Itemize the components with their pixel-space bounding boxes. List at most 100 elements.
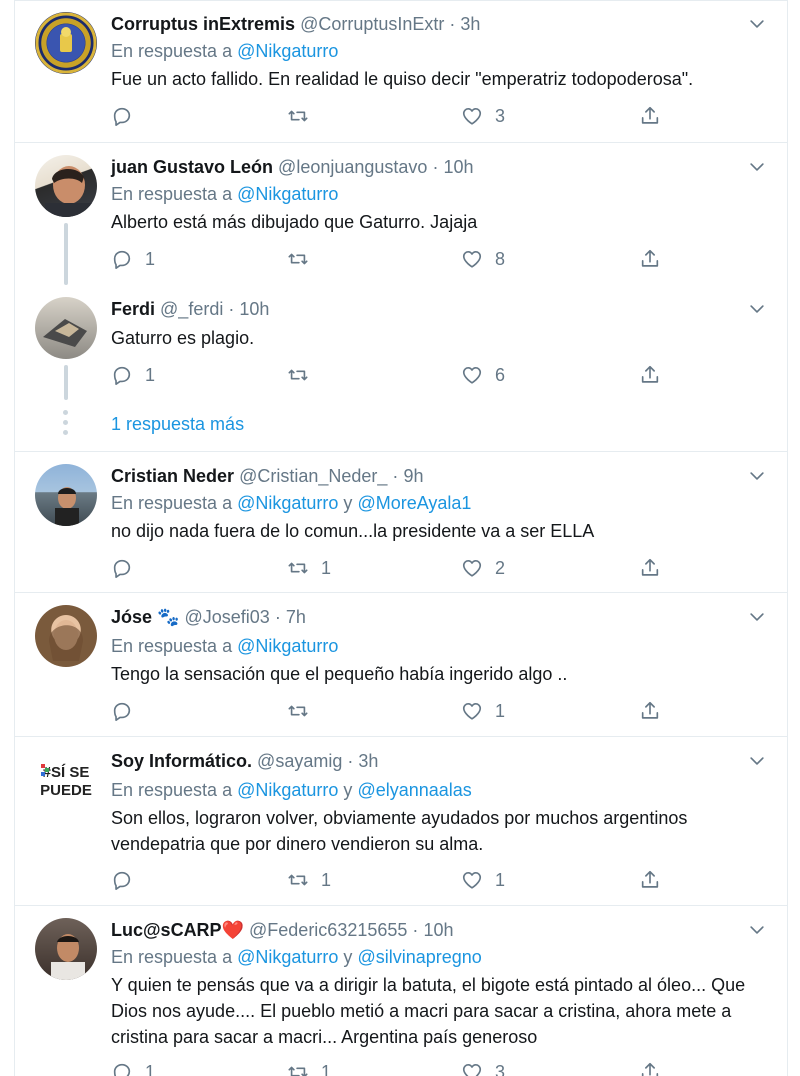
share-button[interactable] bbox=[639, 868, 661, 892]
tweet[interactable]: juan Gustavo León @leonjuangustavo · 10h… bbox=[15, 143, 787, 285]
timestamp[interactable]: 7h bbox=[286, 607, 306, 627]
tweet[interactable]: Corruptus inExtremis @CorruptusInExtr · … bbox=[15, 0, 787, 142]
share-button[interactable] bbox=[639, 363, 661, 387]
share-button[interactable] bbox=[639, 247, 661, 271]
mention-link[interactable]: @Nikgaturro bbox=[237, 780, 338, 800]
chevron-down-icon[interactable] bbox=[747, 466, 767, 486]
display-name[interactable]: Luc@sCARP bbox=[111, 920, 222, 940]
retweet-button[interactable] bbox=[287, 247, 321, 271]
tweet[interactable]: Cristian Neder @Cristian_Neder_ · 9h En … bbox=[15, 452, 787, 592]
reply-button[interactable] bbox=[111, 699, 145, 723]
reply-button[interactable]: 1 bbox=[111, 247, 155, 271]
avatar[interactable] bbox=[35, 155, 97, 217]
share-icon bbox=[639, 869, 661, 891]
user-handle[interactable]: @sayamig bbox=[257, 751, 342, 771]
timestamp[interactable]: 10h bbox=[423, 920, 453, 940]
tweet[interactable]: Luc@sCARP❤️ @Federic63215655 · 10h En re… bbox=[15, 906, 787, 1076]
reply-button[interactable]: 1 bbox=[111, 1060, 155, 1076]
retweet-icon bbox=[287, 248, 309, 270]
reply-prefix: En respuesta a bbox=[111, 636, 233, 656]
user-handle[interactable]: @Cristian_Neder_ bbox=[239, 466, 387, 486]
user-handle[interactable]: @Josefi03 bbox=[184, 607, 269, 627]
mention-link[interactable]: @Nikgaturro bbox=[237, 947, 338, 967]
timestamp[interactable]: 9h bbox=[403, 466, 423, 486]
user-handle[interactable]: @Federic63215655 bbox=[249, 920, 407, 940]
like-icon bbox=[461, 364, 483, 386]
timestamp[interactable]: 10h bbox=[443, 157, 473, 177]
like-button[interactable]: 3 bbox=[461, 104, 505, 128]
display-name[interactable]: Cristian Neder bbox=[111, 466, 234, 486]
share-button[interactable] bbox=[639, 556, 661, 580]
timestamp[interactable]: 3h bbox=[460, 14, 480, 34]
like-count: 8 bbox=[495, 248, 506, 269]
person-photo bbox=[55, 487, 79, 526]
person-photo bbox=[45, 166, 93, 217]
mention-link[interactable]: @Nikgaturro bbox=[237, 493, 338, 513]
user-handle[interactable]: @CorruptusInExtr bbox=[300, 14, 444, 34]
like-button[interactable]: 2 bbox=[461, 556, 505, 580]
reply-button[interactable] bbox=[111, 868, 145, 892]
chevron-down-icon[interactable] bbox=[747, 14, 767, 34]
chevron-down-icon[interactable] bbox=[747, 607, 767, 627]
avatar[interactable] bbox=[35, 464, 97, 526]
user-handle[interactable]: @leonjuangustavo bbox=[278, 157, 427, 177]
reply-count: 1 bbox=[145, 248, 156, 269]
display-name[interactable]: Ferdi bbox=[111, 299, 155, 319]
reply-prefix: En respuesta a bbox=[111, 41, 233, 61]
share-button[interactable] bbox=[639, 1060, 661, 1076]
avatar[interactable] bbox=[35, 918, 97, 980]
retweet-button[interactable]: 1 bbox=[287, 556, 331, 580]
mention-link[interactable]: @Nikgaturro bbox=[237, 636, 338, 656]
chevron-down-icon[interactable] bbox=[747, 157, 767, 177]
reply-button[interactable]: 1 bbox=[111, 363, 155, 387]
retweet-button[interactable] bbox=[287, 363, 321, 387]
display-name[interactable]: juan Gustavo León bbox=[111, 157, 273, 177]
reply-icon bbox=[111, 248, 133, 270]
user-handle[interactable]: @_ferdi bbox=[160, 299, 223, 319]
avatar[interactable] bbox=[35, 297, 97, 359]
mention-link[interactable]: @elyannaalas bbox=[357, 780, 471, 800]
retweet-icon bbox=[287, 364, 309, 386]
like-icon bbox=[461, 248, 483, 270]
chevron-down-icon[interactable] bbox=[747, 299, 767, 319]
tweet-text: no dijo nada fuera de lo comun...la pres… bbox=[111, 521, 595, 541]
timestamp[interactable]: 3h bbox=[358, 751, 378, 771]
tweet[interactable]: Jóse 🐾 @Josefi03 · 7h En respuesta a @Ni… bbox=[15, 593, 787, 736]
dot-separator: · bbox=[412, 920, 419, 940]
retweet-button[interactable]: 1 bbox=[287, 868, 331, 892]
retweet-button[interactable] bbox=[287, 104, 321, 128]
mention-link[interactable]: @Nikgaturro bbox=[237, 184, 338, 204]
avatar[interactable]: #SÍ SE PUEDE bbox=[35, 749, 97, 811]
share-button[interactable] bbox=[639, 104, 661, 128]
like-button[interactable]: 1 bbox=[461, 868, 505, 892]
retweet-button[interactable] bbox=[287, 699, 321, 723]
tweet[interactable]: #SÍ SE PUEDE Soy Informático. @sayamig ·… bbox=[15, 737, 787, 905]
mention-link[interactable]: @silvinapregno bbox=[357, 947, 481, 967]
tweet[interactable]: Ferdi @_ferdi · 10h Gaturro es plagio. 1… bbox=[15, 285, 787, 400]
like-button[interactable]: 3 bbox=[461, 1060, 505, 1076]
avatar[interactable] bbox=[35, 12, 97, 74]
chevron-down-icon[interactable] bbox=[747, 920, 767, 940]
like-button[interactable]: 8 bbox=[461, 247, 505, 271]
mention-link[interactable]: @Nikgaturro bbox=[237, 41, 338, 61]
like-icon bbox=[461, 700, 483, 722]
display-name[interactable]: Soy Informático. bbox=[111, 751, 252, 771]
reply-button[interactable] bbox=[111, 556, 145, 580]
more-replies-link[interactable]: 1 respuesta más bbox=[111, 414, 244, 435]
logo-text-line2: PUEDE bbox=[40, 782, 92, 799]
display-name[interactable]: Jóse bbox=[111, 607, 152, 627]
dot-separator: · bbox=[347, 751, 354, 771]
reply-button[interactable] bbox=[111, 104, 145, 128]
timestamp[interactable]: 10h bbox=[239, 299, 269, 319]
share-icon bbox=[639, 1061, 661, 1076]
display-name[interactable]: Corruptus inExtremis bbox=[111, 14, 295, 34]
chevron-down-icon[interactable] bbox=[747, 751, 767, 771]
avatar[interactable] bbox=[35, 605, 97, 667]
tweet-header: Soy Informático. @sayamig · 3h bbox=[111, 750, 378, 772]
like-button[interactable]: 6 bbox=[461, 363, 505, 387]
share-icon bbox=[639, 105, 661, 127]
retweet-button[interactable]: 1 bbox=[287, 1060, 331, 1076]
share-button[interactable] bbox=[639, 699, 661, 723]
like-button[interactable]: 1 bbox=[461, 699, 505, 723]
mention-link[interactable]: @MoreAyala1 bbox=[357, 493, 471, 513]
